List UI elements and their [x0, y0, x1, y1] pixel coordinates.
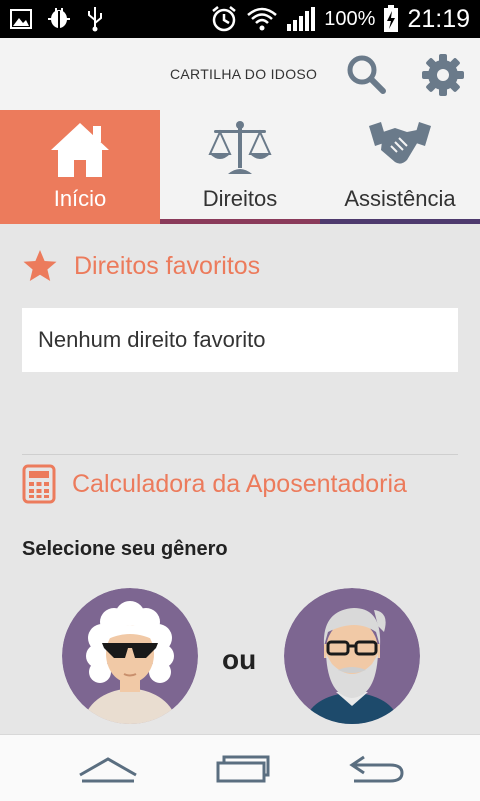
handshake-icon [369, 122, 431, 164]
gender-male-button[interactable] [284, 588, 420, 724]
calculator-icon [22, 464, 56, 504]
system-nav-bar [0, 734, 480, 801]
clock: 21:19 [407, 4, 470, 33]
favorites-header: Direitos favoritos [22, 248, 260, 284]
gear-icon [422, 54, 464, 96]
nav-home-button[interactable] [76, 749, 140, 787]
tab-direitos[interactable]: Direitos [160, 110, 320, 224]
signal-icon [287, 7, 316, 31]
tab-inicio[interactable]: Início [0, 110, 160, 224]
back-icon [349, 755, 404, 783]
usb-icon [88, 7, 102, 32]
tab-assistencia-label: Assistência [344, 186, 456, 211]
or-text: ou [222, 644, 257, 675]
image-icon [10, 9, 32, 29]
favorites-empty-text: Nenhum direito favorito [38, 327, 266, 352]
alarm-icon [212, 6, 237, 32]
elderly-man-avatar [284, 588, 420, 724]
gender-select-label: Selecione seu gênero [22, 538, 228, 560]
section-divider [22, 454, 458, 455]
nav-back-button[interactable] [344, 749, 408, 787]
calculator-header: Calculadora da Aposentadoria [22, 464, 407, 504]
android-debug-icon [48, 8, 70, 29]
scales-icon [208, 121, 272, 174]
recent-apps-icon [216, 755, 270, 783]
search-icon [347, 55, 386, 94]
tab-assistencia[interactable]: Assistência [320, 110, 480, 224]
tab-bar: Início Direitos Assistência [0, 110, 480, 224]
main-content: Direitos favoritos Nenhum direito favori… [0, 224, 480, 734]
battery-charging-icon [384, 5, 399, 32]
battery-percent: 100% [324, 7, 376, 30]
tab-inicio-label: Início [53, 186, 107, 211]
favorites-empty-box: Nenhum direito favorito [22, 308, 458, 372]
elderly-woman-avatar [62, 588, 198, 724]
home-icon [51, 123, 109, 177]
gender-female-button[interactable] [62, 588, 198, 724]
settings-button[interactable] [420, 52, 464, 96]
nav-recent-button[interactable] [210, 749, 274, 787]
favorites-title: Direitos favoritos [74, 251, 261, 280]
app-header: CARTILHA DO IDOSO [0, 38, 480, 110]
wifi-icon [247, 7, 278, 31]
home-nav-icon [79, 757, 137, 783]
status-bar: 100% 21:19 [0, 0, 480, 38]
search-button[interactable] [344, 52, 388, 96]
calculator-title: Calculadora da Aposentadoria [72, 469, 407, 498]
app-title: CARTILHA DO IDOSO [170, 66, 318, 82]
star-icon [23, 250, 57, 281]
tab-direitos-label: Direitos [202, 186, 278, 211]
